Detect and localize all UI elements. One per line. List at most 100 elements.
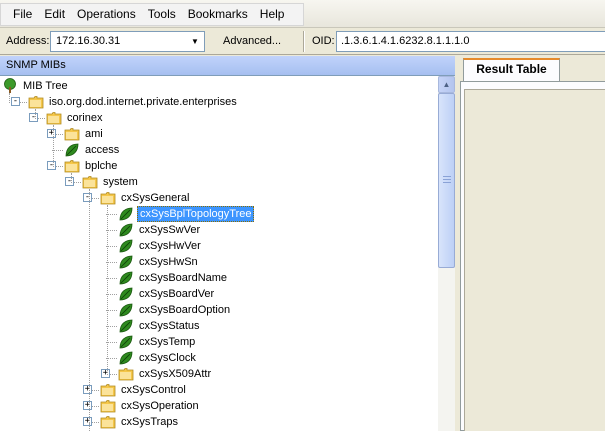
tree-node[interactable]: cxSysBplTopologyTree	[118, 206, 255, 222]
tree-node-label[interactable]: cxSysBoardVer	[137, 287, 216, 301]
folder-icon	[100, 398, 116, 414]
panel-header: SNMP MIBs	[0, 56, 455, 76]
collapse-icon[interactable]: -	[11, 97, 20, 106]
menu-edit[interactable]: Edit	[38, 4, 71, 25]
tree-node-label[interactable]: MIB Tree	[21, 79, 70, 93]
folder-icon	[64, 126, 80, 142]
folder-icon	[46, 110, 62, 126]
folder-icon	[118, 366, 134, 382]
leaf-icon	[118, 254, 134, 270]
leaf-icon	[118, 318, 134, 334]
grip-line	[443, 179, 451, 180]
menu-tools[interactable]: Tools	[142, 4, 182, 25]
oid-field[interactable]: .1.3.6.1.4.1.6232.8.1.1.1.0	[336, 31, 605, 52]
tree-node-label[interactable]: cxSysBoardOption	[137, 303, 232, 317]
tree-node[interactable]: cxSysTraps	[100, 414, 180, 430]
grip-line	[443, 176, 451, 177]
tree-node[interactable]: bplche	[64, 158, 119, 174]
scroll-up-icon[interactable]: ▲	[438, 76, 455, 93]
tree-node[interactable]: ami	[64, 126, 105, 142]
tree-node[interactable]: cxSysSwVer	[118, 222, 202, 238]
mib-tree[interactable]: MIB Tree iso.org.dod.internet.private.ent…	[0, 76, 438, 431]
address-combobox[interactable]: 172.16.30.31 ▼	[50, 31, 205, 52]
folder-icon	[64, 158, 80, 174]
menu-bookmarks[interactable]: Bookmarks	[182, 4, 254, 25]
folder-icon	[100, 190, 116, 206]
collapse-icon[interactable]: -	[29, 113, 38, 122]
tree-node-label[interactable]: iso.org.dod.internet.private.enterprises	[47, 95, 239, 109]
leaf-icon	[118, 334, 134, 350]
tree-node-label[interactable]: ami	[83, 127, 105, 141]
tree-node[interactable]: cxSysClock	[118, 350, 198, 366]
tree-node[interactable]: cxSysX509Attr	[118, 366, 213, 382]
tree-node-label[interactable]: cxSysClock	[137, 351, 198, 365]
tree-node-label[interactable]: cxSysX509Attr	[137, 367, 213, 381]
tree-node-label[interactable]: cxSysOperation	[119, 399, 201, 413]
expand-icon[interactable]: +	[47, 129, 56, 138]
tree-node-label[interactable]: cxSysBplTopologyTree	[137, 206, 255, 222]
collapse-icon[interactable]: -	[47, 161, 56, 170]
tree-node-label[interactable]: bplche	[83, 159, 119, 173]
tree-connector	[53, 125, 54, 167]
tree-node[interactable]: cxSysBoardVer	[118, 286, 216, 302]
tree-node-label[interactable]: access	[83, 143, 121, 157]
menu-file[interactable]: File	[1, 4, 38, 25]
tree-node-label[interactable]: cxSysTemp	[137, 335, 197, 349]
menu-bar: File Edit Operations Tools Bookmarks Help	[0, 0, 605, 28]
tree-node[interactable]: cxSysTemp	[118, 334, 197, 350]
tree-node-label[interactable]: corinex	[65, 111, 104, 125]
address-value: 172.16.30.31	[56, 35, 121, 47]
tree-node[interactable]: cxSysBoardOption	[118, 302, 232, 318]
tree-connector	[71, 173, 72, 183]
collapse-icon[interactable]: -	[83, 193, 92, 202]
menu-operations[interactable]: Operations	[71, 4, 142, 25]
menu-help[interactable]: Help	[254, 4, 291, 25]
scroll-thumb[interactable]	[438, 93, 455, 268]
tree-node[interactable]: access	[64, 142, 121, 158]
tab-result-table[interactable]: Result Table	[463, 58, 560, 81]
tree-node-label[interactable]: cxSysHwSn	[137, 255, 200, 269]
expand-icon[interactable]: +	[101, 369, 110, 378]
tree-node[interactable]: cxSysGeneral	[100, 190, 191, 206]
tree-icon	[2, 78, 18, 94]
tree-node[interactable]: system	[82, 174, 140, 190]
tree-node-label[interactable]: cxSysSwVer	[137, 223, 202, 237]
tree-node-label[interactable]: cxSysTraps	[119, 415, 180, 429]
advanced-button[interactable]: Advanced...	[223, 35, 281, 47]
tree-node[interactable]: iso.org.dod.internet.private.enterprises	[28, 94, 239, 110]
tree-node[interactable]: MIB Tree	[2, 78, 70, 94]
tree-node[interactable]: cxSysOperation	[100, 398, 201, 414]
folder-icon	[100, 414, 116, 430]
tree-node-label[interactable]: cxSysGeneral	[119, 191, 191, 205]
tree-node[interactable]: cxSysHwSn	[118, 254, 200, 270]
expand-icon[interactable]: +	[83, 385, 92, 394]
tree-node[interactable]: cxSysBoardName	[118, 270, 229, 286]
collapse-icon[interactable]: -	[65, 177, 74, 186]
tree-node-label[interactable]: cxSysControl	[119, 383, 188, 397]
vertical-scrollbar[interactable]: ▲	[438, 76, 455, 431]
expand-icon[interactable]: +	[83, 417, 92, 426]
tree-connector	[89, 423, 90, 431]
tree-node-label[interactable]: cxSysBoardName	[137, 271, 229, 285]
toolbar-separator	[303, 31, 305, 52]
expand-icon[interactable]: +	[83, 401, 92, 410]
tree-node[interactable]: cxSysControl	[100, 382, 188, 398]
folder-icon	[28, 94, 44, 110]
tree-node-label[interactable]: cxSysStatus	[137, 319, 202, 333]
leaf-icon	[64, 142, 80, 158]
tree-node[interactable]: cxSysStatus	[118, 318, 202, 334]
oid-value: .1.3.6.1.4.1.6232.8.1.1.1.0	[341, 35, 470, 47]
tree-node[interactable]: cxSysHwVer	[118, 238, 203, 254]
dropdown-arrow-icon[interactable]: ▼	[188, 34, 202, 49]
tree-node-label[interactable]: system	[101, 175, 140, 189]
snmp-mibs-panel: SNMP MIBs MIB Tree iso.org.dod.internet.p…	[0, 56, 455, 431]
leaf-icon	[118, 302, 134, 318]
tree-node[interactable]: corinex	[46, 110, 104, 126]
tree-node-label[interactable]: cxSysHwVer	[137, 239, 203, 253]
folder-icon	[82, 174, 98, 190]
leaf-icon	[118, 238, 134, 254]
tab-strip: Result Table	[455, 56, 605, 81]
address-toolbar: Address: 172.16.30.31 ▼ Advanced... OID:…	[0, 28, 605, 55]
result-table-area	[464, 89, 605, 431]
address-label: Address:	[6, 35, 50, 47]
